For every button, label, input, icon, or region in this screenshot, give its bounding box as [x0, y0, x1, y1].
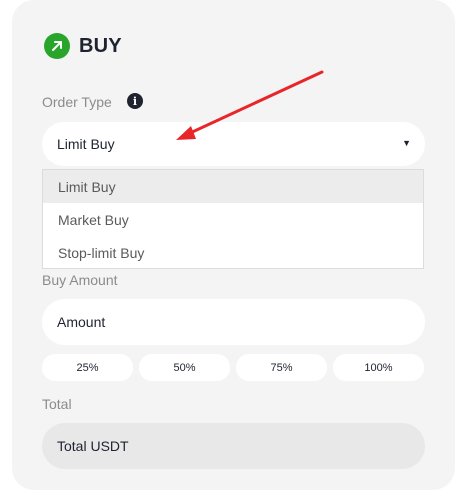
arrow-up-right-icon [44, 33, 70, 59]
percent-25-button[interactable]: 25% [42, 354, 133, 381]
total-label: Total [42, 396, 72, 412]
dropdown-option-stop-limit-buy[interactable]: Stop-limit Buy [43, 236, 423, 269]
order-type-selected-value: Limit Buy [57, 136, 115, 152]
total-usdt-field: Total USDT [42, 423, 425, 469]
buy-title: BUY [79, 34, 122, 57]
dropdown-option-market-buy[interactable]: Market Buy [43, 203, 423, 236]
percent-50-button[interactable]: 50% [139, 354, 230, 381]
percent-75-button[interactable]: 75% [236, 354, 327, 381]
dropdown-option-limit-buy[interactable]: Limit Buy [43, 170, 423, 203]
buy-amount-label: Buy Amount [42, 272, 118, 288]
percent-buttons: 25% 50% 75% 100% [42, 354, 425, 381]
amount-input[interactable]: Amount [42, 299, 425, 345]
caret-down-icon: ▼ [402, 138, 411, 148]
amount-placeholder: Amount [57, 314, 106, 330]
order-type-dropdown: Limit Buy Market Buy Stop-limit Buy [42, 169, 424, 269]
order-type-label: Order Type [42, 94, 112, 110]
info-icon[interactable]: i [127, 93, 143, 109]
total-usdt-placeholder: Total USDT [57, 438, 129, 454]
buy-header: BUY [44, 33, 122, 59]
percent-100-button[interactable]: 100% [333, 354, 424, 381]
order-type-select[interactable]: Limit Buy ▼ [42, 122, 425, 166]
